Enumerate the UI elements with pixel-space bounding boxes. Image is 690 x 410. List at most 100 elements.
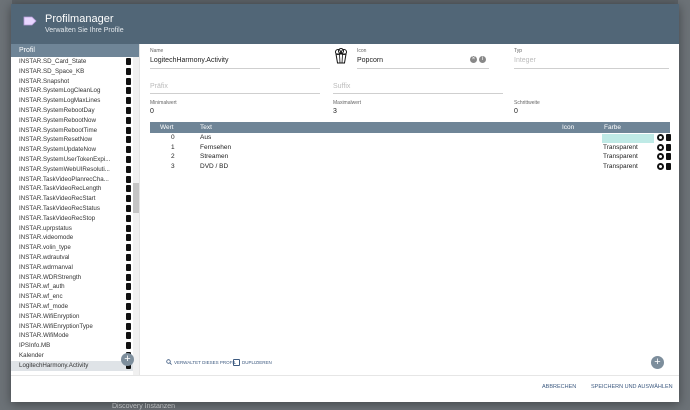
trash-icon[interactable]: [126, 293, 131, 301]
gear-icon[interactable]: [657, 153, 664, 160]
sidebar-scrollbar-thumb[interactable]: [133, 183, 139, 213]
trash-icon[interactable]: [126, 342, 131, 350]
add-value-button[interactable]: +: [651, 356, 664, 369]
trash-icon[interactable]: [126, 58, 131, 65]
sidebar-item[interactable]: INSTAR.WifiMode: [11, 331, 133, 341]
trash-icon[interactable]: [126, 253, 131, 261]
trash-icon[interactable]: [126, 136, 131, 144]
sidebar-item[interactable]: INSTAR.wf_auth: [11, 282, 133, 292]
max-field[interactable]: 3: [333, 108, 337, 115]
duplicate-button[interactable]: DUPLIZIEREN: [233, 359, 272, 366]
trash-icon[interactable]: [666, 143, 671, 151]
sidebar-item[interactable]: INSTAR.SystemWebUIResoluti...: [11, 165, 133, 175]
save-select-button[interactable]: SPEICHERN UND AUSWÄHLEN: [591, 384, 673, 390]
trash-icon[interactable]: [126, 77, 131, 85]
suffix-underline: [333, 93, 503, 94]
sidebar-item[interactable]: INSTAR.SystemLogMaxLines: [11, 96, 133, 106]
sidebar-item[interactable]: INSTAR.WifiEnryptionType: [11, 322, 133, 332]
sidebar-item[interactable]: INSTAR.videomode: [11, 233, 133, 243]
sidebar-item[interactable]: INSTAR.wf_enc: [11, 292, 133, 302]
trash-icon[interactable]: [126, 195, 131, 203]
step-field[interactable]: 0: [514, 108, 518, 115]
trash-icon[interactable]: [126, 155, 131, 163]
col-wert: Wert: [160, 124, 174, 131]
trash-icon[interactable]: [666, 134, 671, 141]
sidebar-item[interactable]: INSTAR.TaskVideoPlanrecCha...: [11, 175, 133, 185]
sidebar-item[interactable]: INSTAR.SystemRebootNow: [11, 116, 133, 126]
sidebar-item-label: INSTAR.SystemUpdateNow: [19, 146, 96, 154]
table-row[interactable]: 1 Fernsehen Transparent: [150, 143, 671, 153]
trash-icon[interactable]: [126, 234, 131, 242]
prefix-field[interactable]: Präfix: [150, 83, 168, 90]
sidebar-item[interactable]: INSTAR.SystemLogCleanLog: [11, 86, 133, 96]
trash-icon[interactable]: [666, 153, 671, 160]
trash-icon[interactable]: [126, 244, 131, 252]
sidebar-item[interactable]: INSTAR.TaskVideoRecStop: [11, 214, 133, 224]
profile-manager-dialog: Profilmanager Verwalten Sie Ihre Profile…: [11, 4, 679, 402]
trash-icon[interactable]: [126, 106, 131, 114]
trash-icon[interactable]: [126, 302, 131, 310]
sidebar-item[interactable]: LogitechHarmony.Activity: [11, 360, 133, 371]
table-row[interactable]: 0 Aus: [150, 133, 671, 143]
suffix-field[interactable]: Suffix: [333, 83, 350, 90]
sidebar-item[interactable]: INSTAR.WifiEnryption: [11, 312, 133, 322]
trash-icon[interactable]: [126, 185, 131, 193]
gear-icon[interactable]: [657, 134, 664, 141]
sidebar-item[interactable]: INSTAR.volin_type: [11, 243, 133, 253]
sidebar-item[interactable]: INSTAR.TaskVideoRecStatus: [11, 204, 133, 214]
sidebar-item[interactable]: INSTAR.TaskVideoRecStart: [11, 194, 133, 204]
name-field[interactable]: LogitechHarmony.Activity: [150, 57, 228, 64]
trash-icon[interactable]: [126, 175, 131, 183]
sidebar-item[interactable]: IPSInfo.MB: [11, 341, 133, 351]
trash-icon[interactable]: [126, 224, 131, 232]
trash-icon[interactable]: [126, 204, 131, 212]
trash-icon[interactable]: [126, 273, 131, 281]
sidebar-item[interactable]: INSTAR.TaskVideoRecLength: [11, 184, 133, 194]
sidebar-item[interactable]: INSTAR.SystemRebootTime: [11, 126, 133, 136]
sidebar-item[interactable]: INSTAR.SystemRebootDay: [11, 106, 133, 116]
sidebar-item-label: Kalender: [19, 351, 44, 359]
sidebar-item[interactable]: INSTAR.uprpstatus: [11, 224, 133, 234]
add-profile-button[interactable]: +: [121, 353, 134, 366]
sidebar-item[interactable]: INSTAR.SystemUserTokenExpi...: [11, 155, 133, 165]
trash-icon[interactable]: [126, 87, 131, 95]
sidebar-item[interactable]: Kalender: [11, 351, 133, 361]
table-row[interactable]: 2 Streamen Transparent: [150, 152, 671, 162]
table-row[interactable]: 3 DVD / BD Transparent: [150, 162, 671, 172]
min-field[interactable]: 0: [150, 108, 154, 115]
sidebar-item[interactable]: INSTAR.WDRStrength: [11, 273, 133, 283]
used-by-button[interactable]: VERWALTET DIESES PROFIL: [166, 359, 236, 365]
trash-icon[interactable]: [126, 312, 131, 320]
sidebar-item[interactable]: INSTAR.wf_mode: [11, 302, 133, 312]
info-icon[interactable]: i: [479, 56, 486, 63]
trash-icon[interactable]: [126, 67, 131, 75]
gear-icon[interactable]: [657, 162, 664, 170]
sidebar-scrollbar[interactable]: [133, 57, 139, 375]
sidebar-item[interactable]: INSTAR.SD_Space_KB: [11, 67, 133, 77]
trash-icon[interactable]: [126, 146, 131, 154]
cancel-button[interactable]: ABBRECHEN: [542, 384, 576, 390]
sidebar-item[interactable]: INSTAR.SystemResetNow: [11, 135, 133, 145]
sidebar-item[interactable]: INSTAR.Snapshot: [11, 77, 133, 87]
gear-icon[interactable]: [657, 143, 664, 151]
trash-icon[interactable]: [666, 162, 671, 170]
trash-icon[interactable]: [126, 165, 131, 173]
sidebar-item[interactable]: INSTAR.wdrmanval: [11, 263, 133, 273]
sidebar-item[interactable]: INSTAR.wdrautval: [11, 253, 133, 263]
sidebar-item-label: INSTAR.WifiMode: [19, 332, 69, 340]
trash-icon[interactable]: [126, 283, 131, 291]
trash-icon[interactable]: [126, 97, 131, 105]
trash-icon[interactable]: [126, 322, 131, 330]
sidebar-item[interactable]: INSTAR.SystemUpdateNow: [11, 145, 133, 155]
sidebar-item-label: INSTAR.wdrmanval: [19, 263, 73, 271]
icon-field[interactable]: Popcorn: [357, 57, 383, 64]
sidebar-item-label: INSTAR.SystemRebootDay: [19, 106, 95, 114]
trash-icon[interactable]: [126, 126, 131, 134]
trash-icon[interactable]: [126, 116, 131, 124]
trash-icon[interactable]: [126, 214, 131, 222]
trash-icon[interactable]: [126, 332, 131, 340]
background-bottom-text[interactable]: Discovery Instanzen: [112, 403, 175, 410]
sidebar-item[interactable]: INSTAR.SD_Card_State: [11, 57, 133, 67]
clear-icon[interactable]: ×: [470, 56, 477, 63]
trash-icon[interactable]: [126, 263, 131, 271]
